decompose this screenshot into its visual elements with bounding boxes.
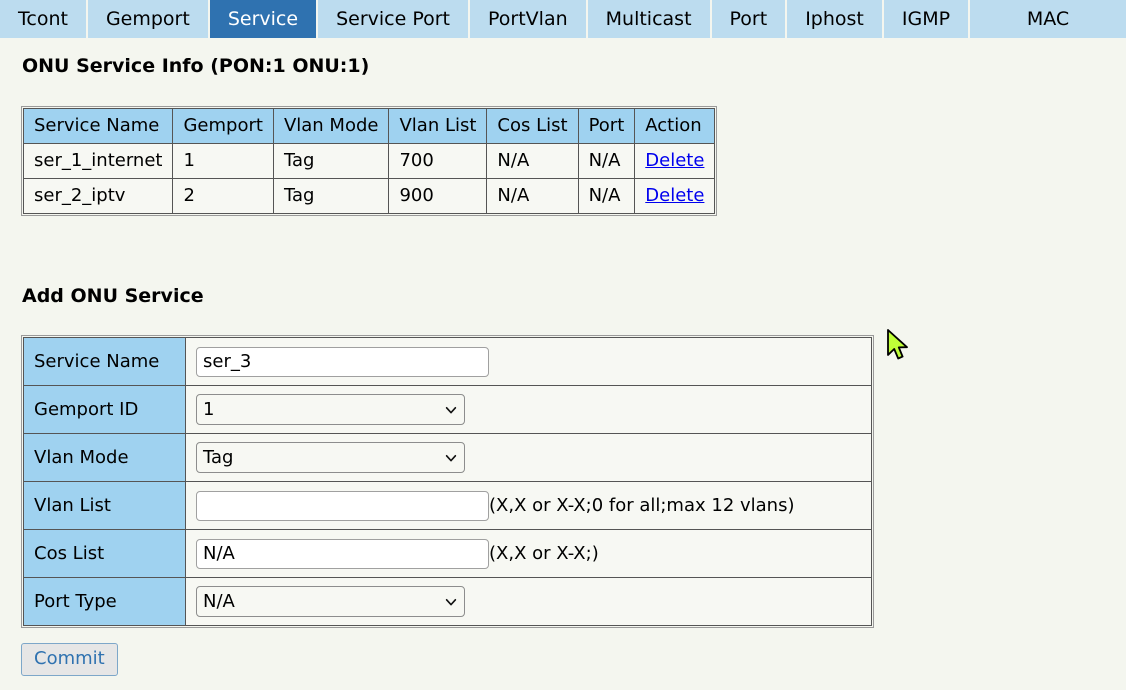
cos-list-hint: (X,X or X-X;) [489, 543, 599, 564]
form-row-service-name: Service Name [24, 338, 872, 386]
form-row-gemport-id: Gemport ID 1 [24, 386, 872, 434]
gemport-id-select[interactable]: 1 [196, 394, 465, 425]
label-gemport-id: Gemport ID [24, 386, 186, 434]
gemport-id-value: 1 [203, 399, 214, 420]
cos-list-field-group: (X,X or X-X;) [196, 539, 861, 569]
onu-service-info-table: Service Name Gemport Vlan Mode Vlan List… [23, 108, 715, 214]
column-header-gemport: Gemport [173, 109, 273, 144]
table-header-row: Service Name Gemport Vlan Mode Vlan List… [24, 109, 715, 144]
form-row-vlan-mode: Vlan Mode Tag [24, 434, 872, 482]
table-row: ser_2_iptv 2 Tag 900 N/A N/A Delete [24, 179, 715, 214]
tab-service[interactable]: Service [210, 0, 318, 38]
delete-link[interactable]: Delete [645, 150, 704, 171]
cell-service-name: ser_1_internet [24, 144, 173, 179]
column-header-service-name: Service Name [24, 109, 173, 144]
tab-portvlan[interactable]: PortVlan [470, 0, 588, 38]
tab-igmp[interactable]: IGMP [884, 0, 970, 38]
cell-gemport: 2 [173, 179, 273, 214]
field-cell-vlan-list: (X,X or X-X;0 for all;max 12 vlans) [186, 482, 872, 530]
vlan-mode-value: Tag [203, 447, 233, 468]
column-header-cos-list: Cos List [487, 109, 578, 144]
cell-vlan-mode: Tag [273, 179, 389, 214]
vlan-list-input[interactable] [196, 491, 489, 521]
cell-gemport: 1 [173, 144, 273, 179]
form-row-cos-list: Cos List (X,X or X-X;) [24, 530, 872, 578]
tab-iphost[interactable]: Iphost [787, 0, 884, 38]
delete-link[interactable]: Delete [645, 185, 704, 206]
onu-service-info-title: ONU Service Info (PON:1 ONU:1) [22, 55, 369, 77]
cell-action: Delete [635, 179, 715, 214]
cos-list-input[interactable] [196, 539, 489, 569]
label-service-name: Service Name [24, 338, 186, 386]
add-onu-service-title: Add ONU Service [22, 285, 204, 307]
cell-vlan-mode: Tag [273, 144, 389, 179]
port-type-value: N/A [203, 591, 235, 612]
add-onu-service-form-frame: Service Name Gemport ID 1 Vlan M [21, 335, 874, 628]
column-header-vlan-list: Vlan List [389, 109, 487, 144]
cell-vlan-list: 900 [389, 179, 487, 214]
form-row-vlan-list: Vlan List (X,X or X-X;0 for all;max 12 v… [24, 482, 872, 530]
commit-button[interactable]: Commit [21, 643, 118, 676]
cell-action: Delete [635, 144, 715, 179]
table-row: ser_1_internet 1 Tag 700 N/A N/A Delete [24, 144, 715, 179]
cell-port: N/A [578, 144, 635, 179]
chevron-down-icon [444, 595, 458, 609]
cell-vlan-list: 700 [389, 144, 487, 179]
cell-cos-list: N/A [487, 179, 578, 214]
label-cos-list: Cos List [24, 530, 186, 578]
field-cell-service-name [186, 338, 872, 386]
service-name-input[interactable] [196, 347, 489, 377]
column-header-action: Action [635, 109, 715, 144]
tab-gemport[interactable]: Gemport [88, 0, 210, 38]
column-header-vlan-mode: Vlan Mode [273, 109, 389, 144]
cell-port: N/A [578, 179, 635, 214]
field-cell-cos-list: (X,X or X-X;) [186, 530, 872, 578]
onu-service-info-table-frame: Service Name Gemport Vlan Mode Vlan List… [21, 106, 717, 216]
add-onu-service-form-table: Service Name Gemport ID 1 Vlan M [23, 337, 872, 626]
chevron-down-icon [444, 403, 458, 417]
main-tab-bar: Tcont Gemport Service Service Port PortV… [0, 0, 1126, 38]
field-cell-port-type: N/A [186, 578, 872, 626]
chevron-down-icon [444, 451, 458, 465]
field-cell-vlan-mode: Tag [186, 434, 872, 482]
cell-cos-list: N/A [487, 144, 578, 179]
port-type-select[interactable]: N/A [196, 586, 465, 617]
label-port-type: Port Type [24, 578, 186, 626]
vlan-list-field-group: (X,X or X-X;0 for all;max 12 vlans) [196, 491, 861, 521]
tab-service-port[interactable]: Service Port [318, 0, 470, 38]
column-header-port: Port [578, 109, 635, 144]
tab-port[interactable]: Port [712, 0, 788, 38]
cell-service-name: ser_2_iptv [24, 179, 173, 214]
tab-mac[interactable]: MAC [970, 0, 1126, 38]
tab-multicast[interactable]: Multicast [588, 0, 712, 38]
label-vlan-mode: Vlan Mode [24, 434, 186, 482]
vlan-list-hint: (X,X or X-X;0 for all;max 12 vlans) [489, 495, 795, 516]
field-cell-gemport-id: 1 [186, 386, 872, 434]
form-row-port-type: Port Type N/A [24, 578, 872, 626]
mouse-cursor [886, 329, 912, 363]
label-vlan-list: Vlan List [24, 482, 186, 530]
tab-tcont[interactable]: Tcont [0, 0, 88, 38]
vlan-mode-select[interactable]: Tag [196, 442, 465, 473]
